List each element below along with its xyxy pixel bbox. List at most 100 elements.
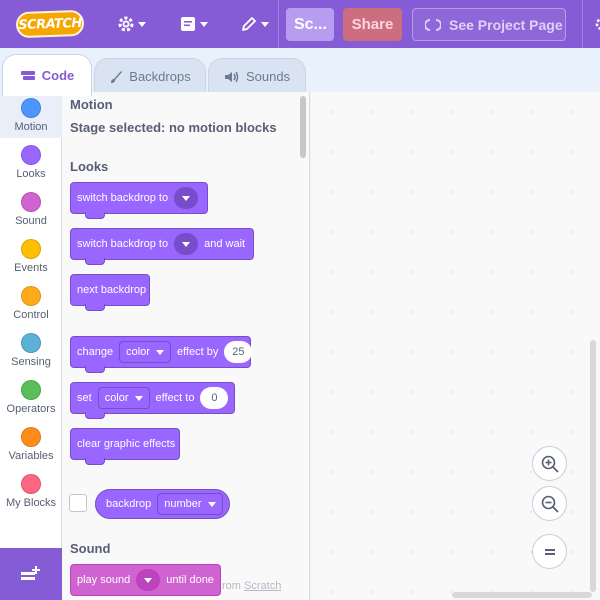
- effect-dropdown-value: color: [126, 346, 150, 358]
- file-menu[interactable]: [179, 12, 208, 36]
- category-my-blocks[interactable]: My Blocks: [0, 468, 62, 514]
- zoom-reset-button[interactable]: [532, 534, 567, 569]
- category-label: Sensing: [11, 356, 51, 368]
- chevron-down-icon: [200, 21, 208, 27]
- backdrop-dropdown[interactable]: [174, 187, 199, 209]
- category-dot: [21, 98, 41, 118]
- project-title-input[interactable]: Sc...: [286, 8, 334, 41]
- chevron-down-icon: [134, 395, 143, 401]
- block-text: switch backdrop to: [77, 238, 169, 250]
- effect-dropdown[interactable]: color: [97, 387, 150, 409]
- category-sensing[interactable]: Sensing: [0, 327, 62, 373]
- tab-code[interactable]: Code: [2, 54, 92, 96]
- block-text: clear graphic effects: [77, 438, 176, 450]
- category-variables[interactable]: Variables: [0, 421, 62, 467]
- category-dot: [21, 427, 41, 447]
- backdrop-monitor-checkbox[interactable]: [69, 494, 87, 512]
- workspace-watermark: rom Scratch: [222, 580, 281, 592]
- category-label: Motion: [14, 121, 48, 133]
- chevron-down-icon: [138, 21, 146, 27]
- block-switch-backdrop-and-wait[interactable]: switch backdrop to and wait: [70, 228, 254, 265]
- heading-looks: Looks: [70, 159, 109, 174]
- backdrop-property-dropdown[interactable]: number: [157, 493, 223, 515]
- category-label: Variables: [8, 450, 54, 462]
- category-dot: [21, 192, 41, 212]
- category-label: Events: [14, 262, 48, 274]
- category-dot: [21, 286, 41, 306]
- zoom-in-icon: [541, 455, 559, 473]
- block-play-sound-until-done[interactable]: play sound until done: [70, 564, 221, 596]
- workspace-vertical-scrollbar[interactable]: [590, 340, 596, 592]
- menu-divider: [278, 0, 279, 48]
- menu-divider: [582, 0, 583, 48]
- share-button[interactable]: Share: [343, 8, 402, 41]
- tab-backdrops[interactable]: Backdrops: [94, 58, 206, 94]
- brush-icon: [111, 70, 123, 83]
- heading-motion: Motion: [70, 97, 113, 112]
- watermark-text: rom: [222, 580, 241, 592]
- block-clear-graphic-effects[interactable]: clear graphic effects: [70, 428, 180, 465]
- workspace-horizontal-scrollbar[interactable]: [452, 592, 592, 598]
- gear-icon: [595, 18, 600, 30]
- more-menu[interactable]: [593, 12, 600, 36]
- zoom-in-button[interactable]: [532, 446, 567, 481]
- category-dot: [21, 145, 41, 165]
- settings-menu[interactable]: [117, 12, 146, 36]
- category-label: My Blocks: [5, 497, 57, 509]
- sound-dropdown[interactable]: [136, 569, 161, 591]
- category-menu: Motion Looks Sound Events Control Sensin…: [0, 92, 62, 548]
- zoom-reset-icon: [544, 548, 555, 555]
- palette-scrollbar[interactable]: [300, 96, 306, 158]
- zoom-out-button[interactable]: [532, 486, 567, 521]
- chevron-down-icon: [155, 349, 164, 355]
- add-extension-icon: [21, 566, 40, 580]
- block-text: until done: [166, 574, 214, 586]
- zoom-out-icon: [541, 495, 559, 513]
- block-text: set: [77, 392, 92, 404]
- gear-icon: [118, 16, 134, 32]
- code-workspace[interactable]: [311, 92, 600, 600]
- block-text: backdrop: [106, 498, 152, 510]
- block-text: change: [77, 346, 114, 358]
- see-project-page-button[interactable]: See Project Page: [412, 8, 566, 41]
- category-control[interactable]: Control: [0, 280, 62, 326]
- block-next-backdrop[interactable]: next backdrop: [70, 274, 150, 311]
- speaker-icon: [224, 71, 239, 82]
- tab-label: Sounds: [245, 69, 291, 84]
- effect-dropdown[interactable]: color: [119, 341, 171, 363]
- add-extension-button[interactable]: [0, 548, 62, 600]
- watermark-link[interactable]: Scratch: [244, 580, 281, 592]
- category-operators[interactable]: Operators: [0, 374, 62, 420]
- category-events[interactable]: Events: [0, 233, 62, 279]
- motion-note: Stage selected: no motion blocks: [70, 120, 277, 135]
- block-text: effect by: [176, 346, 219, 358]
- category-looks[interactable]: Looks: [0, 139, 62, 185]
- block-change-effect[interactable]: change color effect by 25: [70, 336, 253, 373]
- category-motion[interactable]: Motion: [0, 92, 62, 138]
- see-project-label: See Project Page: [449, 16, 563, 33]
- category-label: Control: [13, 309, 49, 321]
- pencil-icon: [242, 17, 256, 31]
- logo-text: SCRATCH: [17, 15, 83, 33]
- category-dot: [21, 333, 41, 353]
- backdrop-dropdown[interactable]: [174, 233, 199, 255]
- scratch-logo[interactable]: SCRATCH: [15, 9, 85, 39]
- block-backdrop-reporter[interactable]: backdrop number: [95, 489, 230, 519]
- edit-menu[interactable]: [240, 12, 269, 36]
- block-set-effect[interactable]: set color effect to 0: [70, 382, 235, 419]
- block-switch-backdrop[interactable]: switch backdrop to: [70, 182, 208, 219]
- category-sound[interactable]: Sound: [0, 186, 62, 232]
- category-dot: [21, 239, 41, 259]
- menu-bar: SCRATCH Sc... Share See Project Page: [0, 0, 600, 48]
- dropdown-value: number: [164, 498, 202, 510]
- category-label: Sound: [15, 215, 47, 227]
- chevron-down-icon: [207, 501, 216, 507]
- effect-amount-input[interactable]: 25: [224, 341, 253, 363]
- block-text: play sound: [77, 574, 131, 586]
- tab-sounds[interactable]: Sounds: [208, 58, 306, 94]
- heading-sound: Sound: [70, 541, 111, 556]
- chevron-down-icon: [261, 21, 269, 27]
- block-text: effect to: [155, 392, 195, 404]
- category-label: Operators: [6, 403, 56, 415]
- effect-value-input[interactable]: 0: [200, 387, 229, 409]
